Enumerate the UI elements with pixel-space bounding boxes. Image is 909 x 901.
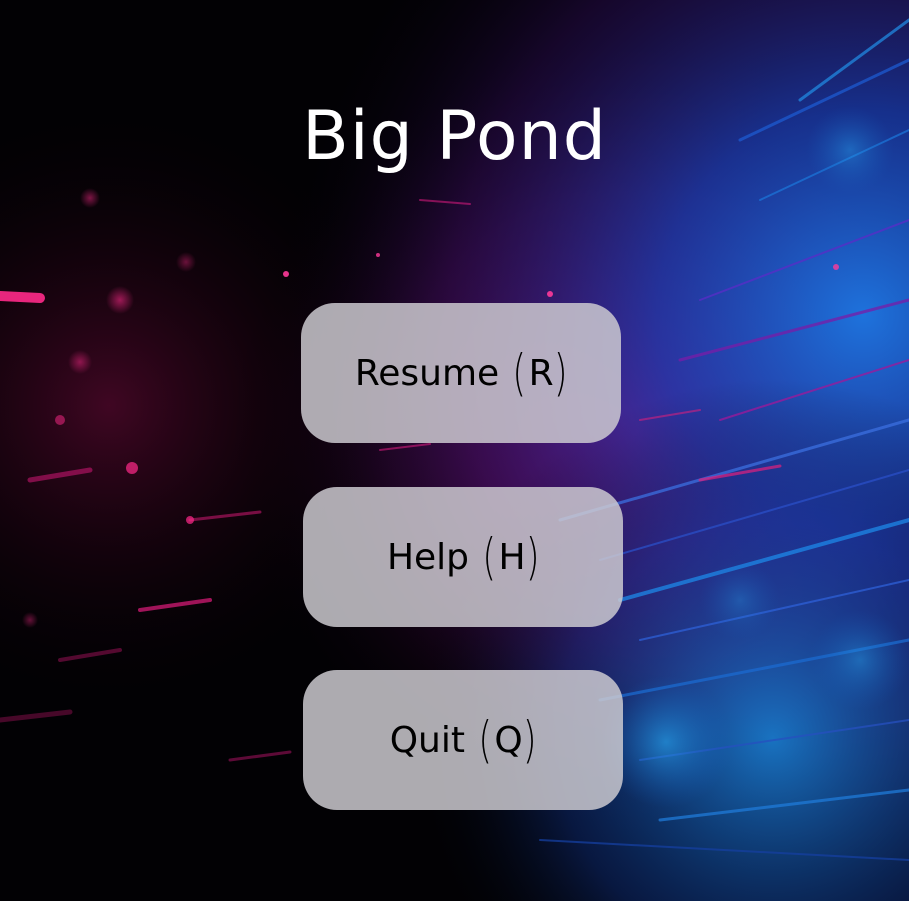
right-paren-glyph: ): [553, 344, 568, 402]
resume-button[interactable]: Resume ( R ): [301, 303, 621, 443]
right-paren-glyph: ): [522, 711, 537, 769]
help-shortcut-key: H: [498, 536, 526, 578]
resume-shortcut-key: R: [528, 352, 554, 394]
resume-button-label: Resume: [354, 352, 500, 394]
pause-menu-screen: Big Pond Resume ( R ) Help ( H ) Quit ( …: [0, 0, 909, 901]
quit-button-label: Quit: [389, 719, 465, 761]
game-title: Big Pond: [302, 97, 607, 176]
help-button[interactable]: Help ( H ): [303, 487, 623, 627]
help-button-label: Help: [386, 536, 470, 578]
quit-button[interactable]: Quit ( Q ): [303, 670, 623, 810]
left-paren-glyph: (: [467, 711, 493, 769]
quit-shortcut-key: Q: [494, 719, 523, 761]
left-paren-glyph: (: [501, 344, 527, 402]
left-paren-glyph: (: [471, 528, 497, 586]
right-paren-glyph: ): [525, 528, 540, 586]
